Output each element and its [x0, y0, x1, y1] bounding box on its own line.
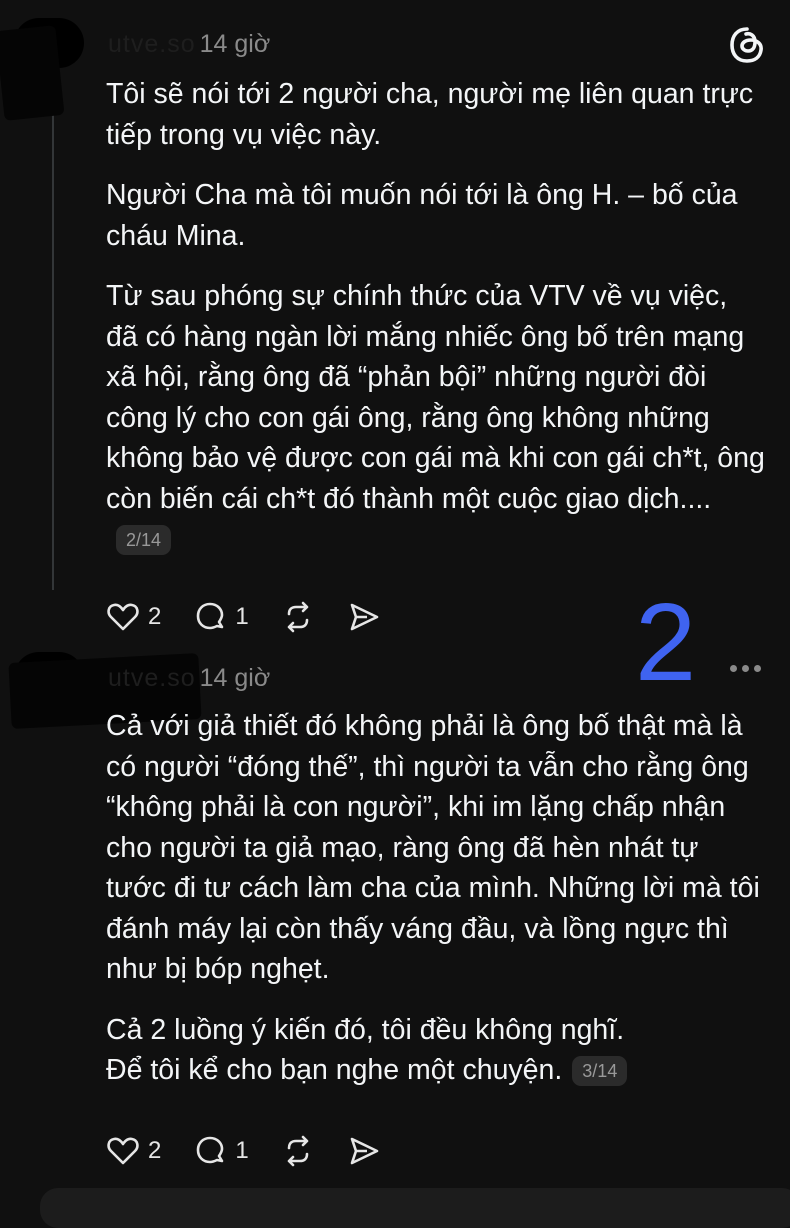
heart-icon [107, 1137, 139, 1165]
share-icon [350, 603, 379, 631]
page-counter-badge: 3/14 [572, 1056, 628, 1087]
share-button[interactable] [347, 600, 381, 634]
paragraph: Để tôi kể cho bạn nghe một chuyện. 3/14 [106, 1050, 766, 1091]
paragraph-text: Để tôi kể cho bạn nghe một chuyện. [106, 1054, 563, 1086]
dot [754, 665, 761, 672]
paragraph: Tôi sẽ nói tới 2 người cha, người mẹ liê… [106, 78, 754, 151]
repost-icon [287, 601, 309, 633]
repost-icon [287, 1135, 309, 1167]
like-count: 2 [148, 603, 162, 630]
thread-line [52, 70, 54, 590]
reply-count: 1 [235, 603, 249, 630]
more-icon[interactable] [730, 665, 761, 672]
paragraph: Từ sau phóng sự chính thức của VTV về vụ… [106, 276, 766, 560]
paragraph: Cả với giả thiết đó không phải là ông bố… [106, 710, 760, 985]
share-icon [350, 1137, 379, 1165]
like-button[interactable]: 2 [106, 1134, 161, 1168]
paragraph: Người Cha mà tôi muốn nói tới là ông H. … [106, 179, 738, 252]
threads-logo-icon[interactable] [727, 25, 767, 65]
username[interactable]: utve.so [108, 30, 196, 59]
post-body: Tôi sẽ nói tới 2 người cha, người mẹ liê… [106, 74, 766, 580]
bottom-reply-bar[interactable] [40, 1188, 790, 1228]
reply-button[interactable]: 1 [193, 1134, 249, 1168]
action-bar: 2 1 [106, 1134, 413, 1168]
annotation-number: 2 [635, 581, 697, 704]
comment-icon [197, 602, 224, 630]
post-body: Cả với giả thiết đó không phải là ông bố… [106, 706, 766, 1111]
action-bar: 2 1 [106, 600, 413, 634]
reply-button[interactable]: 1 [193, 600, 249, 634]
dot [730, 665, 737, 672]
share-button[interactable] [347, 1134, 381, 1168]
paragraph-text: Từ sau phóng sự chính thức của VTV về vụ… [106, 280, 765, 515]
username[interactable]: utve.so [108, 664, 196, 693]
redaction-mark [0, 25, 65, 121]
dot [742, 665, 749, 672]
like-count: 2 [148, 1137, 162, 1164]
post-header: utve.so 14 giờ [108, 30, 270, 59]
paragraph: Cả 2 luồng ý kiến đó, tôi đều không nghĩ… [106, 1013, 625, 1046]
repost-button[interactable] [281, 600, 315, 634]
page-counter-badge: 2/14 [116, 525, 172, 556]
timestamp: 14 giờ [199, 664, 271, 692]
heart-icon [107, 603, 139, 631]
post-header: utve.so 14 giờ [108, 664, 270, 693]
repost-button[interactable] [281, 1134, 315, 1168]
like-button[interactable]: 2 [106, 600, 161, 634]
timestamp: 14 giờ [199, 30, 271, 58]
comment-icon [197, 1136, 224, 1164]
reply-count: 1 [235, 1137, 249, 1164]
